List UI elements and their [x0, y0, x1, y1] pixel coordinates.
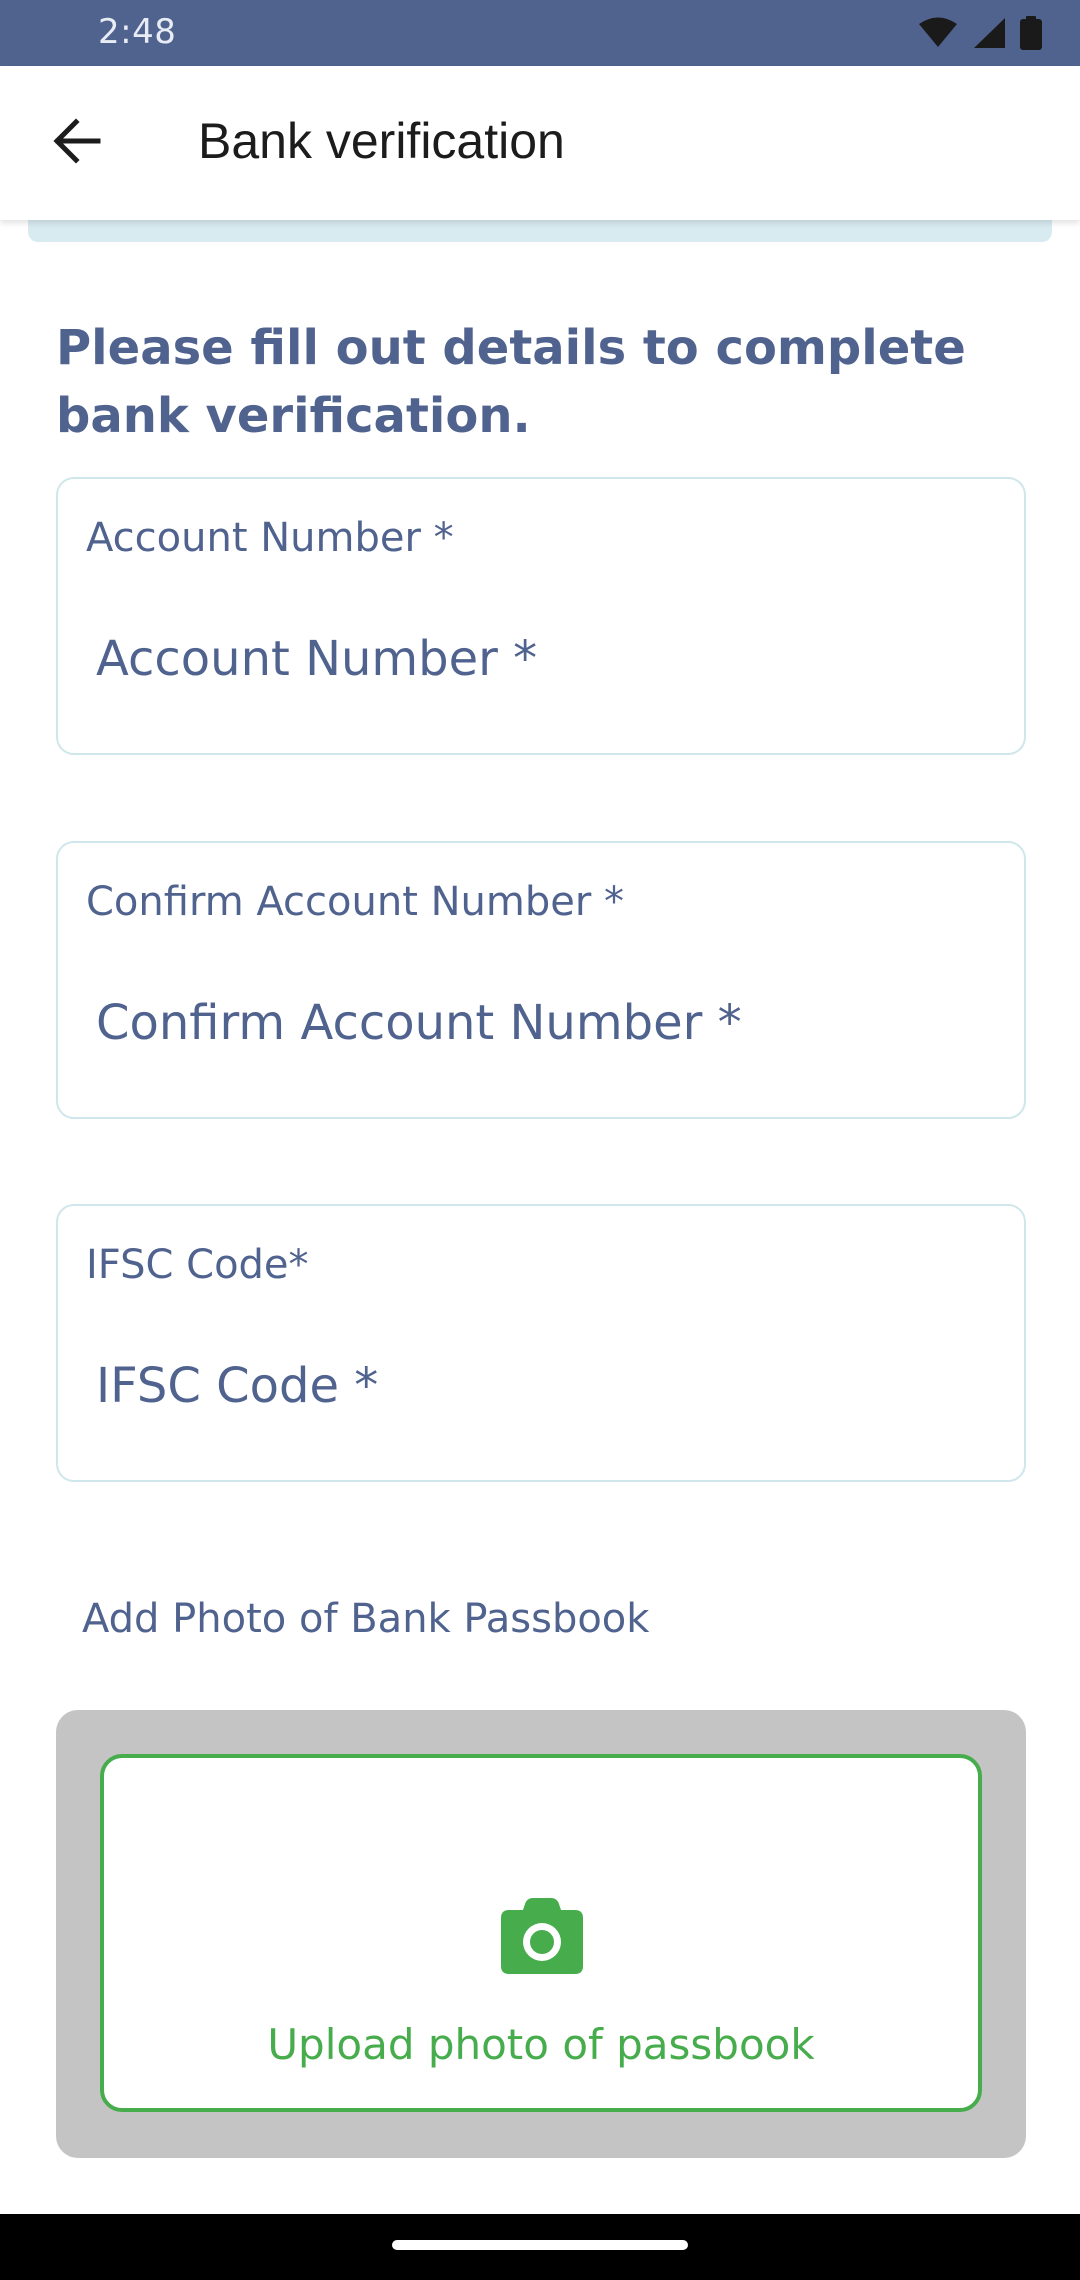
confirm-account-number-input[interactable] [86, 983, 986, 1063]
ifsc-code-field: IFSC Code* [56, 1204, 1026, 1482]
back-button[interactable] [46, 112, 108, 174]
status-icons [918, 16, 1042, 50]
ifsc-code-input[interactable] [86, 1346, 986, 1426]
bank-verification-screen: 2:48 Bank verification Please fill out d… [0, 0, 1080, 2280]
confirm-account-number-label: Confirm Account Number * [86, 879, 624, 925]
account-number-field: Account Number * [56, 477, 1026, 755]
account-number-label: Account Number * [86, 515, 454, 561]
passbook-section-label: Add Photo of Bank Passbook [82, 1596, 650, 1642]
camera-icon [501, 1898, 583, 1974]
intro-text: Please fill out details to complete bank… [56, 320, 966, 444]
home-gesture-handle[interactable] [392, 2240, 688, 2250]
battery-icon [1020, 16, 1042, 50]
status-time: 2:48 [98, 12, 177, 52]
page-title: Bank verification [198, 113, 565, 169]
ifsc-code-label: IFSC Code* [86, 1242, 309, 1288]
wifi-icon [918, 17, 958, 49]
status-bar: 2:48 [0, 0, 1080, 66]
arrow-left-icon [52, 118, 102, 168]
cellular-signal-icon [972, 17, 1006, 49]
navigation-bar [0, 2214, 1080, 2280]
confirm-account-number-field: Confirm Account Number * [56, 841, 1026, 1119]
app-bar: Bank verification [0, 66, 1080, 220]
upload-text: Upload photo of passbook [267, 2020, 815, 2069]
account-number-input[interactable] [86, 619, 986, 699]
upload-passbook-button[interactable]: Upload photo of passbook [100, 1754, 982, 2112]
passbook-upload-container: Upload photo of passbook [56, 1710, 1026, 2158]
